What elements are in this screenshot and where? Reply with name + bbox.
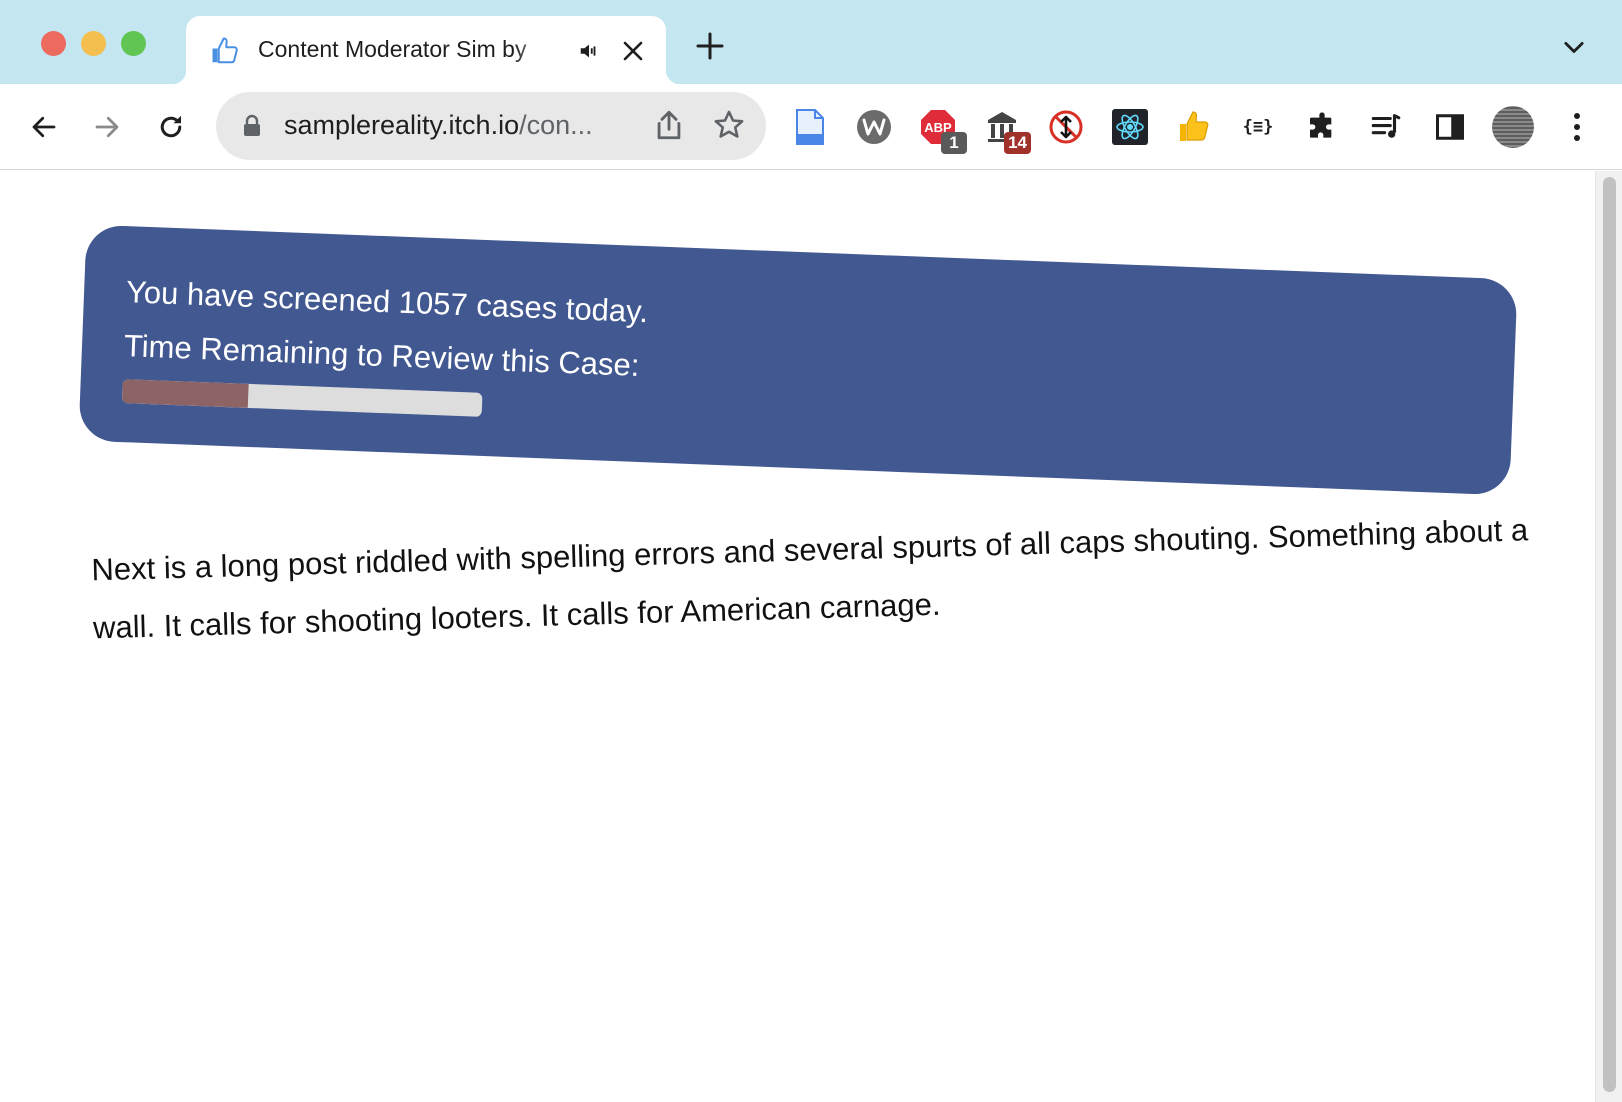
arrow-left-icon (32, 116, 56, 138)
screened-count-text: You have screened 1057 cases today. (125, 274, 649, 330)
tab-strip: Content Moderator Sim by (0, 0, 1622, 84)
no-scroll-icon[interactable] (1043, 104, 1089, 150)
extension-badge: 1 (941, 132, 967, 154)
profile-avatar[interactable] (1490, 104, 1536, 150)
arrow-right-icon (95, 116, 119, 138)
address-bar[interactable]: samplereality.itch.io/con... (216, 92, 766, 160)
vertical-scrollbar[interactable] (1595, 171, 1622, 1102)
extension-badge: 14 (1004, 132, 1031, 154)
extensions-puzzle-icon[interactable] (1299, 104, 1345, 150)
post-description: Next is a long post riddled with spellin… (90, 512, 1529, 646)
timer-label: Time Remaining to Review this Case: (123, 328, 641, 383)
reload-icon (160, 115, 182, 138)
forward-button[interactable] (86, 106, 128, 148)
media-playlist-icon[interactable] (1363, 104, 1409, 150)
close-tab-button[interactable] (616, 34, 650, 68)
browser-tab[interactable]: Content Moderator Sim by (172, 16, 680, 84)
browser-toolbar: samplereality.itch.io/con... ABP 1 14 {≡… (0, 84, 1622, 170)
thumbs-up-icon (212, 37, 238, 64)
new-tab-button[interactable] (692, 28, 728, 64)
close-window-button[interactable] (41, 31, 66, 56)
status-card: You have screened 1057 cases today. Time… (78, 224, 1518, 496)
close-icon (623, 41, 643, 61)
back-button[interactable] (23, 106, 65, 148)
json-viewer-icon[interactable]: {≡} (1235, 104, 1281, 150)
url-text[interactable]: samplereality.itch.io/con... (284, 110, 634, 141)
json-viewer-label: {≡} (1242, 117, 1274, 137)
page-content: You have screened 1057 cases today. Time… (0, 171, 1595, 1102)
url-path: /con... (519, 110, 593, 140)
url-host: samplereality.itch.io (284, 110, 520, 140)
minimize-window-button[interactable] (81, 31, 106, 56)
museum-icon[interactable]: 14 (979, 104, 1031, 154)
side-panel-icon[interactable] (1427, 104, 1473, 150)
wappalyzer-icon[interactable] (851, 104, 897, 150)
bookmark-star-icon[interactable] (712, 108, 746, 142)
scrollbar-thumb[interactable] (1603, 177, 1616, 1092)
time-remaining-bar (121, 379, 483, 417)
more-menu-icon[interactable] (1554, 104, 1600, 150)
document-icon[interactable] (787, 104, 833, 150)
time-remaining-fill (121, 379, 249, 408)
audio-playing-icon[interactable] (578, 40, 600, 62)
thumbs-up-emoji-icon[interactable] (1171, 104, 1217, 150)
chevron-down-icon[interactable] (1560, 34, 1588, 62)
maximize-window-button[interactable] (121, 31, 146, 56)
share-icon[interactable] (652, 108, 686, 142)
reload-button[interactable] (150, 106, 192, 148)
tab-title: Content Moderator Sim by (258, 36, 527, 62)
adblock-plus-icon[interactable]: ABP 1 (915, 104, 967, 154)
react-devtools-icon[interactable] (1107, 104, 1153, 150)
plus-icon (696, 32, 724, 60)
lock-icon[interactable] (242, 114, 262, 138)
